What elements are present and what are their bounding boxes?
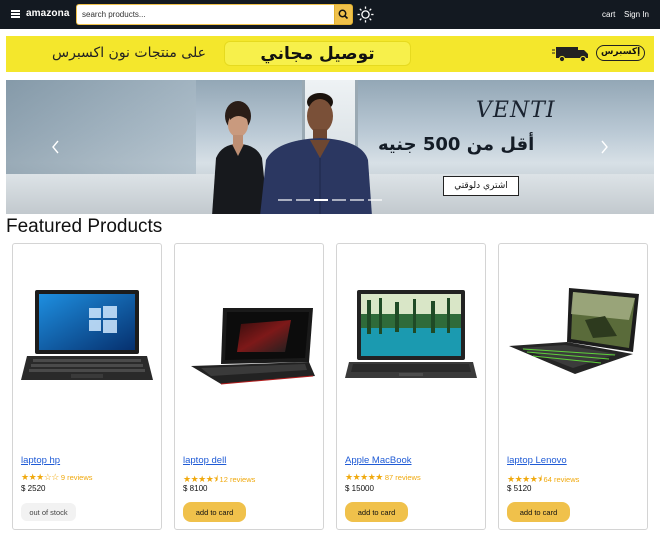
promo-banner[interactable]: على منتجات نون اكسبرس توصيل مجاني إكسبرس bbox=[6, 36, 654, 72]
carousel-dot[interactable] bbox=[278, 199, 292, 201]
section-title: Featured Products bbox=[6, 216, 163, 237]
product-rating: ★★★☆☆ 9 reviews bbox=[21, 472, 93, 483]
hero-background-wall bbox=[6, 80, 196, 180]
chevron-right-icon bbox=[601, 140, 608, 154]
review-count: 87 reviews bbox=[384, 473, 421, 482]
express-logo: إكسبرس bbox=[552, 42, 647, 64]
promo-headline: توصيل مجاني bbox=[260, 44, 375, 64]
carousel-prev-button[interactable] bbox=[48, 138, 64, 156]
chevron-left-icon bbox=[52, 140, 59, 154]
product-name[interactable]: laptop Lenovo bbox=[507, 455, 567, 466]
product-price: $ 5120 bbox=[507, 484, 532, 493]
product-rating: ★★★★★ 87 reviews bbox=[345, 472, 421, 483]
top-navbar: amazona cart Sign In bbox=[0, 0, 660, 29]
product-name[interactable]: laptop dell bbox=[183, 455, 226, 466]
product-name[interactable]: laptop hp bbox=[21, 455, 60, 466]
out-of-stock-button: out of stock bbox=[21, 503, 76, 521]
hero-headline: أقل من 500 جنيه bbox=[378, 134, 535, 155]
express-tag: إكسبرس bbox=[596, 45, 646, 61]
carousel-dot[interactable] bbox=[368, 199, 382, 201]
shop-now-button[interactable]: اشتري دلوقتي bbox=[443, 176, 519, 196]
carousel-dot[interactable] bbox=[332, 199, 346, 201]
product-price: $ 8100 bbox=[183, 484, 208, 493]
sun-icon bbox=[357, 6, 374, 23]
review-count: 64 reviews bbox=[543, 475, 580, 484]
product-card: laptop Lenovo ★★★★⯨ 64 reviews $ 5120 add… bbox=[498, 243, 648, 530]
theme-toggle-button[interactable] bbox=[357, 6, 374, 23]
product-card: laptop dell ★★★★⯨ 12 reviews $ 8100 add t… bbox=[174, 243, 324, 530]
product-card: laptop hp ★★★☆☆ 9 reviews $ 2520 out of s… bbox=[12, 243, 162, 530]
product-price: $ 15000 bbox=[345, 484, 374, 493]
brand-logo[interactable]: amazona bbox=[26, 8, 70, 19]
carousel-dot[interactable] bbox=[296, 199, 310, 201]
rating-stars: ★★★☆☆ bbox=[21, 472, 59, 482]
product-name[interactable]: Apple MacBook bbox=[345, 455, 412, 466]
cart-link[interactable]: cart bbox=[602, 10, 615, 19]
search-input[interactable] bbox=[76, 4, 334, 25]
carousel-next-button[interactable] bbox=[596, 138, 612, 156]
rating-stars: ★★★★⯨ bbox=[507, 474, 542, 484]
product-card: Apple MacBook ★★★★★ 87 reviews $ 15000 ad… bbox=[336, 243, 486, 530]
hero-carousel[interactable]: VENTI أقل من 500 جنيه اشتري دلوقتي bbox=[6, 80, 654, 214]
promo-subtext: على منتجات نون اكسبرس bbox=[52, 45, 206, 61]
add-to-cart-button[interactable]: add to card bbox=[507, 502, 570, 522]
delivery-truck-icon bbox=[552, 47, 588, 63]
product-image-laptop-hp[interactable] bbox=[19, 280, 155, 406]
promo-pill: توصيل مجاني bbox=[224, 41, 411, 66]
product-image-apple-macbook[interactable] bbox=[343, 280, 479, 406]
add-to-cart-button[interactable]: add to card bbox=[183, 502, 246, 522]
search-icon bbox=[338, 9, 349, 20]
carousel-dot[interactable] bbox=[350, 199, 364, 201]
review-count: 9 reviews bbox=[60, 473, 93, 482]
model-man-image bbox=[260, 93, 372, 214]
rating-stars: ★★★★★ bbox=[345, 472, 383, 482]
sign-in-link[interactable]: Sign In bbox=[624, 10, 649, 19]
product-price: $ 2520 bbox=[21, 484, 46, 493]
rating-stars: ★★★★⯨ bbox=[183, 474, 218, 484]
review-count: 12 reviews bbox=[219, 475, 256, 484]
hero-brand: VENTI bbox=[476, 98, 556, 123]
add-to-cart-button[interactable]: add to card bbox=[345, 502, 408, 522]
carousel-dot[interactable] bbox=[314, 199, 328, 201]
search-button[interactable] bbox=[334, 4, 353, 25]
search-bar bbox=[76, 4, 356, 25]
menu-icon[interactable] bbox=[11, 10, 20, 18]
product-image-laptop-dell[interactable] bbox=[181, 280, 317, 406]
carousel-indicators bbox=[278, 199, 382, 203]
product-image-laptop-lenovo[interactable] bbox=[505, 280, 641, 406]
